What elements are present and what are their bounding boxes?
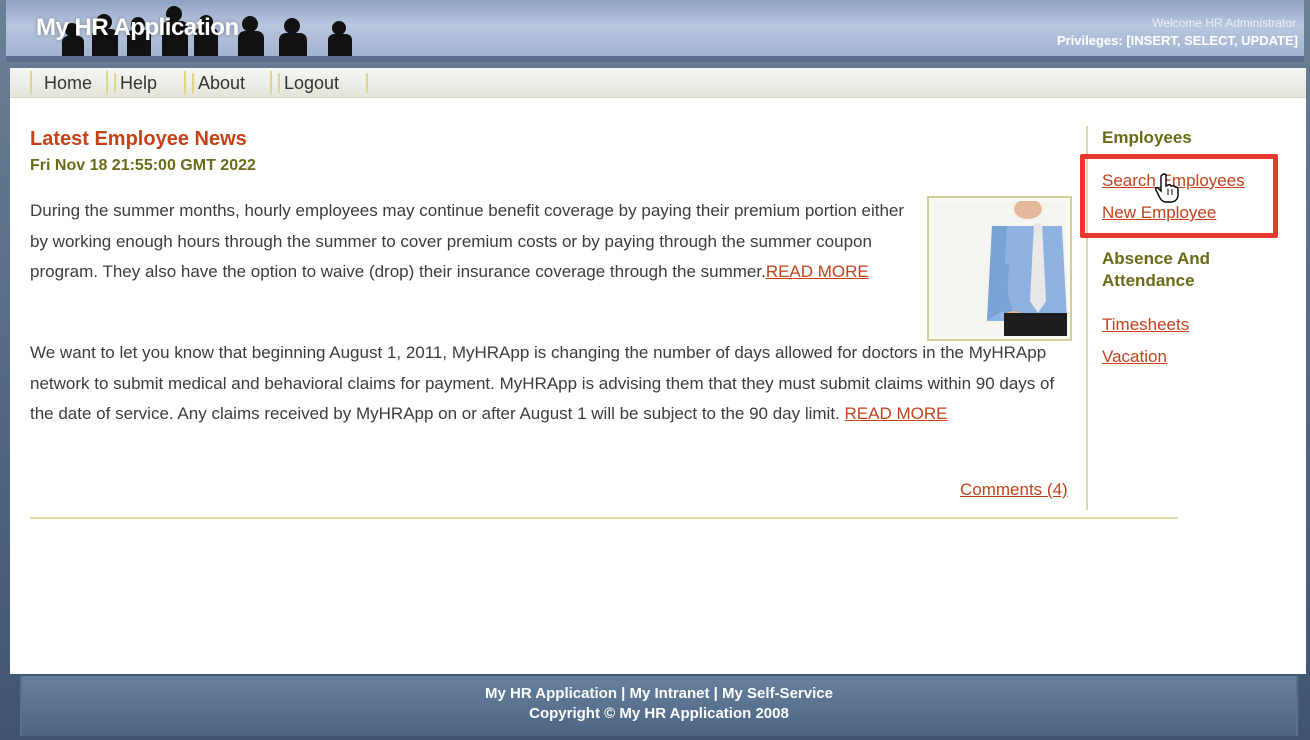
- main-content: Latest Employee News Fri Nov 18 21:55:00…: [10, 98, 1306, 674]
- news-date: Fri Nov 18 21:55:00 GMT 2022: [30, 157, 256, 174]
- footer-copyright: Copyright © My HR Application 2008: [529, 705, 789, 722]
- timesheets-link[interactable]: Timesheets: [1102, 315, 1189, 335]
- employees-heading: Employees: [1102, 128, 1192, 147]
- footer: My HR Application | My Intranet | My Sel…: [20, 676, 1298, 736]
- top-nav: Home Help About Logout: [10, 68, 1306, 98]
- nav-home[interactable]: Home: [30, 71, 92, 95]
- read-more-link-2[interactable]: READ MORE: [845, 404, 948, 423]
- app-title: My HR Application: [36, 14, 239, 41]
- nav-separator: [192, 73, 194, 93]
- hand-pointer-icon: [1155, 173, 1179, 203]
- news-paragraph-1: During the summer months, hourly employe…: [30, 196, 910, 288]
- nav-logout[interactable]: Logout: [270, 71, 339, 95]
- read-more-link-1[interactable]: READ MORE: [766, 262, 869, 281]
- absence-heading-line-1: Absence And: [1102, 249, 1211, 268]
- nav-separator: [366, 73, 368, 93]
- absence-heading-line-2: Attendance: [1102, 271, 1195, 290]
- employee-photo: [927, 196, 1072, 341]
- nav-separator: [278, 73, 280, 93]
- app-header: My HR Application Welcome HR Administrat…: [6, 0, 1304, 62]
- businessman-image: [932, 199, 1067, 336]
- comments-link[interactable]: Comments (4): [960, 480, 1068, 500]
- vacation-link[interactable]: Vacation: [1102, 347, 1167, 367]
- header-bottom-band: [6, 56, 1304, 62]
- horizontal-divider: [30, 517, 1178, 519]
- privileges-text: Privileges: [INSERT, SELECT, UPDATE]: [1056, 33, 1298, 48]
- news-title: Latest Employee News: [30, 128, 247, 150]
- news-paragraph-2: We want to let you know that beginning A…: [30, 338, 1060, 430]
- footer-links[interactable]: My HR Application | My Intranet | My Sel…: [22, 685, 1296, 702]
- nav-separator: [114, 73, 116, 93]
- welcome-text: Welcome HR Administrator: [1152, 16, 1296, 30]
- absence-attendance-heading: Absence And Attendance: [1102, 248, 1210, 292]
